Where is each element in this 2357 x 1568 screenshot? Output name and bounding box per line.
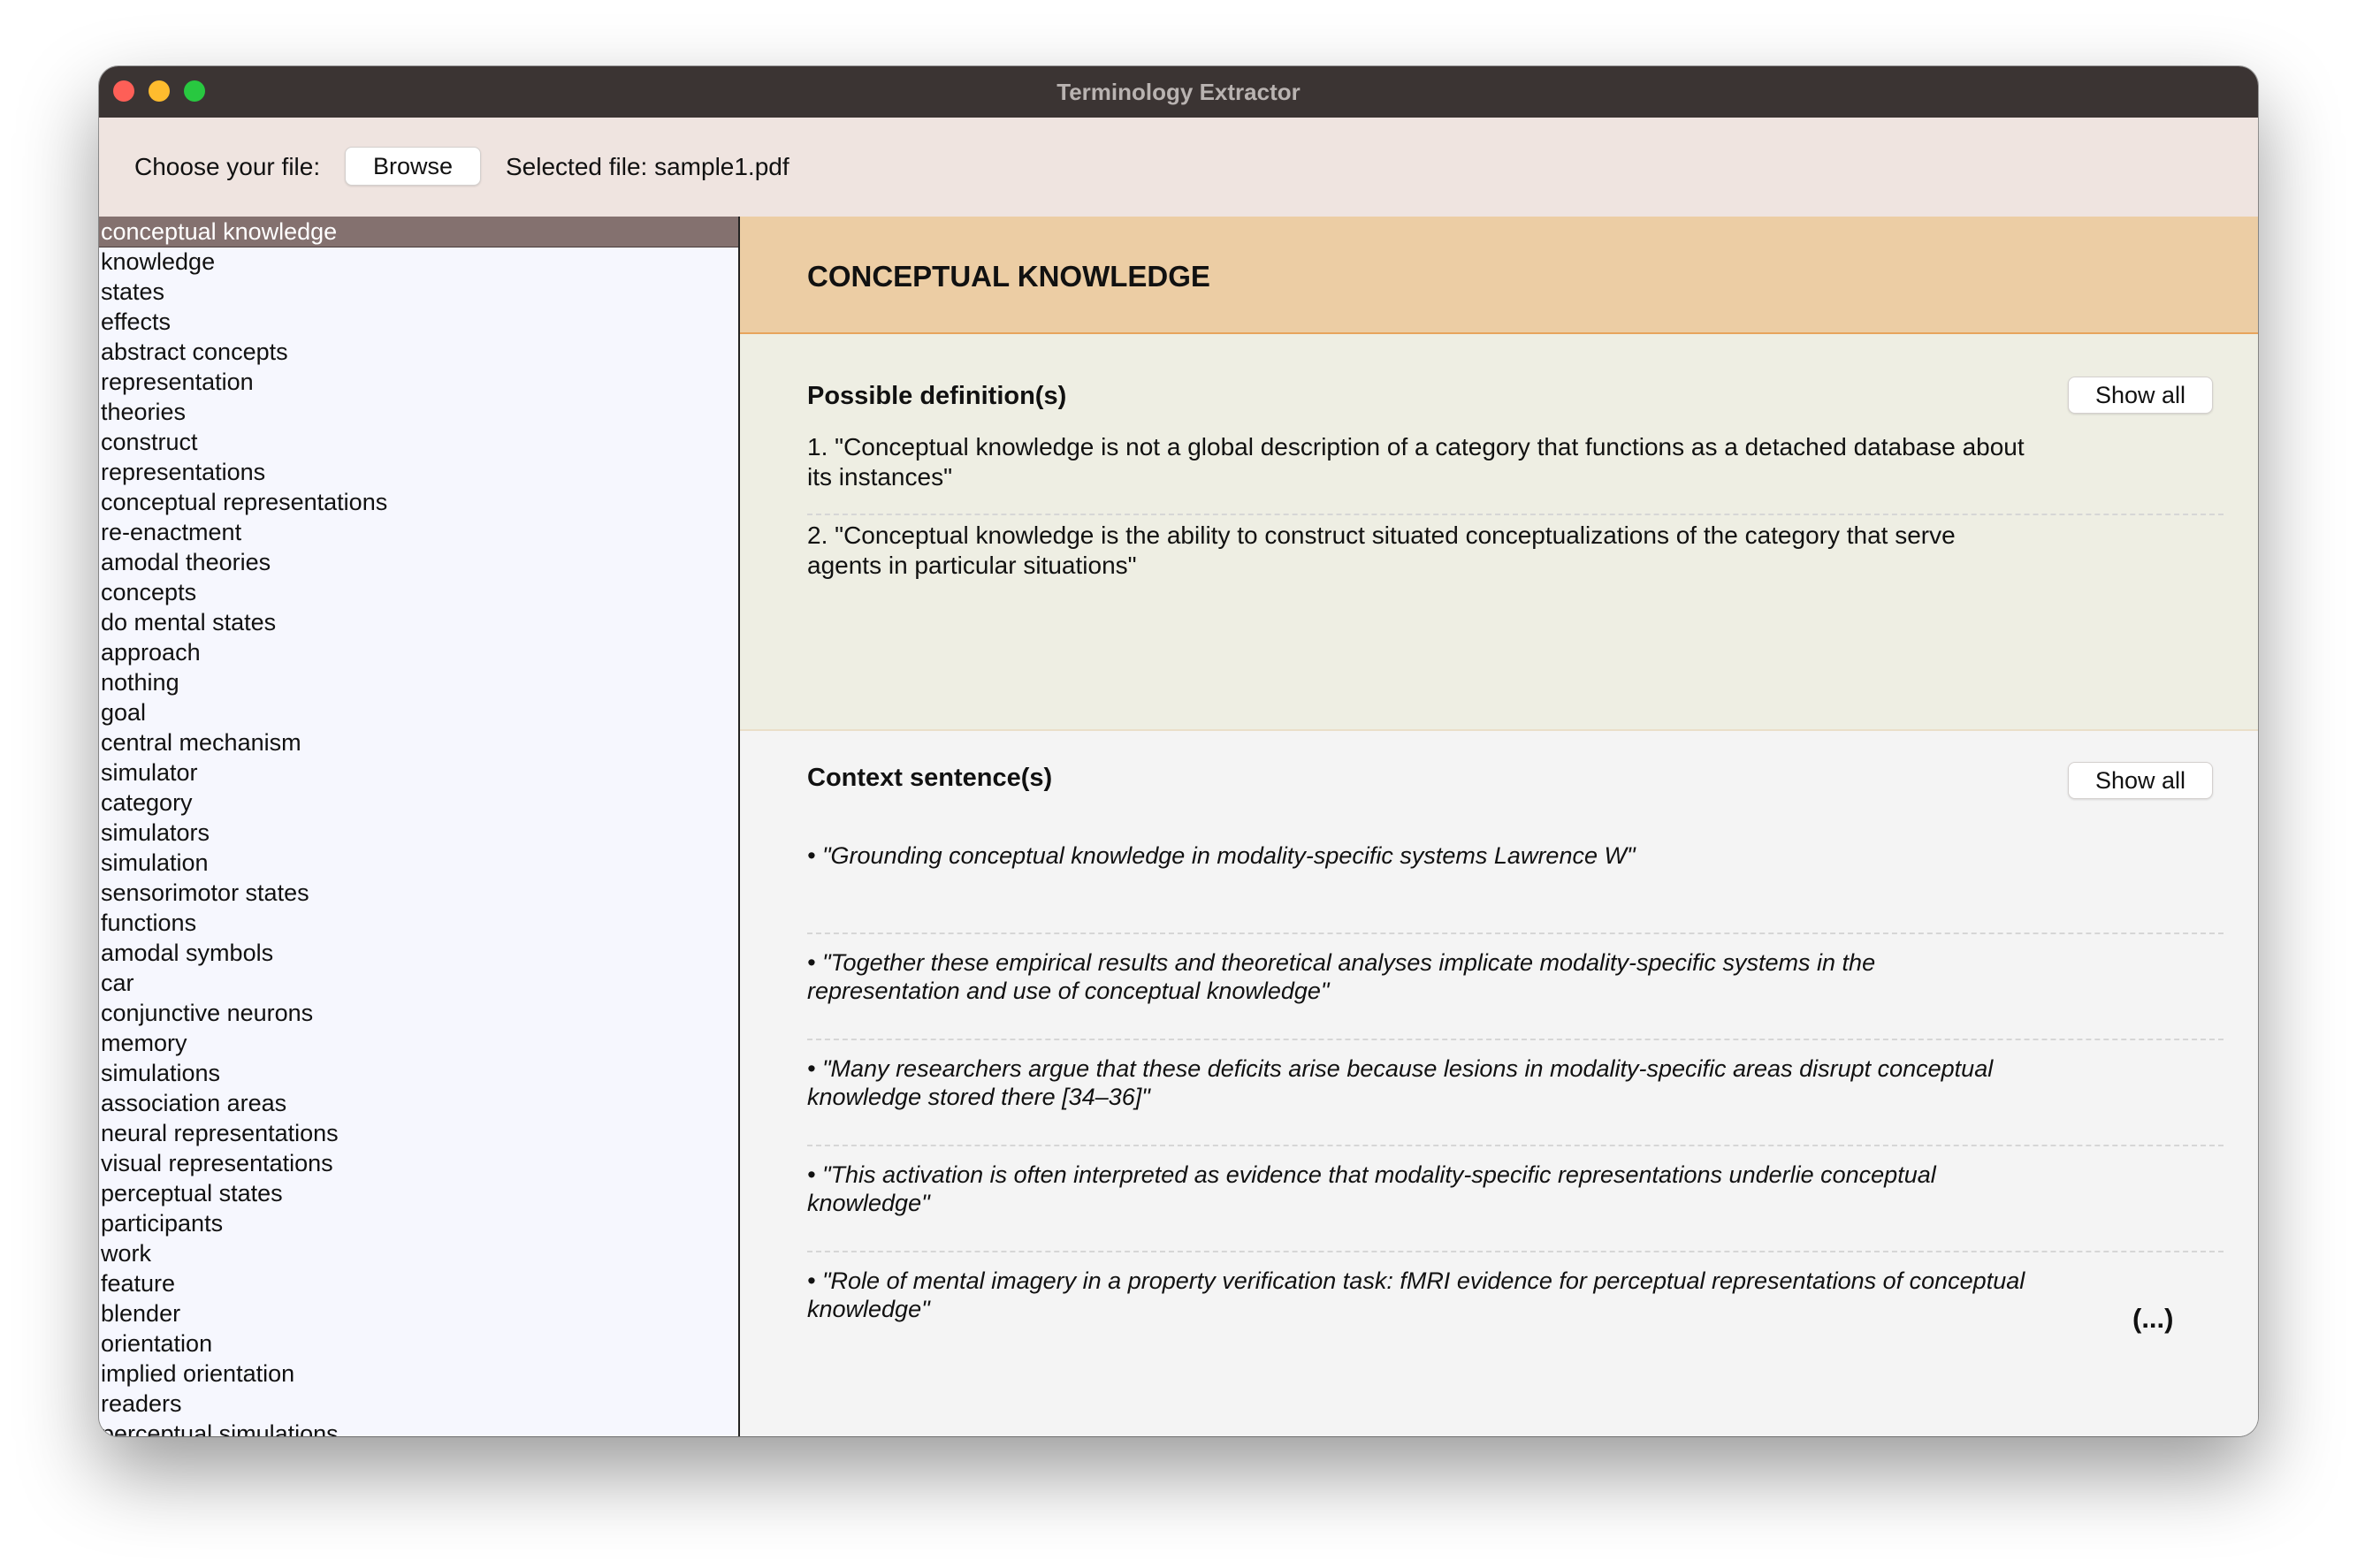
definitions-show-all-button[interactable]: Show all (2068, 377, 2213, 414)
term-list-item[interactable]: representations (99, 457, 738, 487)
context-sentence: • "This activation is often interpreted … (807, 1161, 1936, 1216)
term-title: CONCEPTUAL KNOWLEDGE (807, 260, 1210, 293)
term-list-item[interactable]: knowledge (99, 247, 738, 277)
context-sentence: • "Many researchers argue that these def… (807, 1055, 1994, 1110)
term-list-item[interactable]: abstract concepts (99, 337, 738, 367)
term-list-item[interactable]: representation (99, 367, 738, 397)
term-list-item[interactable]: sensorimotor states (99, 878, 738, 908)
term-list-item[interactable]: readers (99, 1389, 738, 1419)
term-list-item[interactable]: perceptual states (99, 1178, 738, 1208)
context-section: Context sentence(s) Show all • "Groundin… (740, 731, 2258, 1436)
term-list-item[interactable]: effects (99, 307, 738, 337)
definitions-heading: Possible definition(s) (807, 382, 1067, 410)
definition-item: 1. "Conceptual knowledge is not a global… (807, 433, 2025, 491)
definition-item: 2. "Conceptual knowledge is the ability … (807, 521, 1956, 579)
selected-file-label: Selected file: sample1.pdf (506, 153, 789, 180)
term-list-item[interactable]: neural representations (99, 1118, 738, 1148)
term-list-item[interactable]: implied orientation (99, 1359, 738, 1389)
context-sentence: • "Together these empirical results and … (807, 949, 1876, 1004)
term-list-item[interactable]: blender (99, 1298, 738, 1328)
context-divider (807, 1251, 2224, 1252)
term-list-item[interactable]: states (99, 277, 738, 307)
term-list-item[interactable]: simulation (99, 848, 738, 878)
term-list-item[interactable]: car (99, 968, 738, 998)
term-list-item[interactable]: conjunctive neurons (99, 998, 738, 1028)
term-list-item[interactable]: orientation (99, 1328, 738, 1359)
context-divider (807, 1145, 2224, 1146)
term-list-item[interactable]: work (99, 1238, 738, 1268)
term-list-item[interactable]: simulator (99, 757, 738, 788)
term-list-item[interactable]: re-enactment (99, 517, 738, 547)
context-sentence: • "Grounding conceptual knowledge in mod… (807, 842, 1636, 869)
term-list-item[interactable]: simulators (99, 818, 738, 848)
term-list-item[interactable]: visual representations (99, 1148, 738, 1178)
term-list-item[interactable]: amodal symbols (99, 938, 738, 968)
term-list-item[interactable]: functions (99, 908, 738, 938)
term-list-item[interactable]: conceptual knowledge (99, 217, 738, 247)
definition-divider (807, 514, 2224, 515)
term-list-item[interactable]: concepts (99, 577, 738, 607)
term-list-item[interactable]: amodal theories (99, 547, 738, 577)
more-contexts-indicator: (...) (2132, 1303, 2174, 1334)
term-header: CONCEPTUAL KNOWLEDGE (740, 217, 2258, 334)
app-window: Terminology Extractor Choose your file: … (99, 66, 2258, 1436)
title-bar[interactable]: Terminology Extractor (99, 66, 2258, 118)
window-title: Terminology Extractor (1056, 79, 1301, 105)
term-list-item[interactable]: do mental states (99, 607, 738, 637)
term-list-item[interactable]: goal (99, 697, 738, 727)
term-list-item[interactable]: memory (99, 1028, 738, 1058)
term-list-item[interactable]: feature (99, 1268, 738, 1298)
term-list-item[interactable]: nothing (99, 667, 738, 697)
context-divider (807, 932, 2224, 934)
term-detail-panel: CONCEPTUAL KNOWLEDGE Possible definition… (740, 217, 2258, 1436)
context-sentence: • "Role of mental imagery in a property … (807, 1267, 2025, 1322)
term-list-item[interactable]: central mechanism (99, 727, 738, 757)
context-heading: Context sentence(s) (807, 764, 1053, 792)
term-list-item[interactable]: participants (99, 1208, 738, 1238)
definitions-section: Possible definition(s) Show all 1. "Conc… (740, 334, 2258, 731)
term-list-item[interactable]: theories (99, 397, 738, 427)
browse-button[interactable]: Browse (345, 147, 481, 186)
context-divider (807, 1039, 2224, 1040)
term-list-item[interactable]: approach (99, 637, 738, 667)
term-list-item[interactable]: construct (99, 427, 738, 457)
context-show-all-button[interactable]: Show all (2068, 762, 2213, 799)
term-list-item[interactable]: category (99, 788, 738, 818)
term-list-item[interactable]: conceptual representations (99, 487, 738, 517)
choose-file-label: Choose your file: (134, 153, 321, 180)
term-list-item[interactable]: association areas (99, 1088, 738, 1118)
term-list-item[interactable]: perceptual simulations (99, 1419, 738, 1436)
term-list[interactable]: conceptual knowledge knowledge states effec… (99, 217, 740, 1436)
term-list-item[interactable]: simulations (99, 1058, 738, 1088)
file-toolbar: Choose your file: Browse Selected file: … (99, 118, 2258, 217)
